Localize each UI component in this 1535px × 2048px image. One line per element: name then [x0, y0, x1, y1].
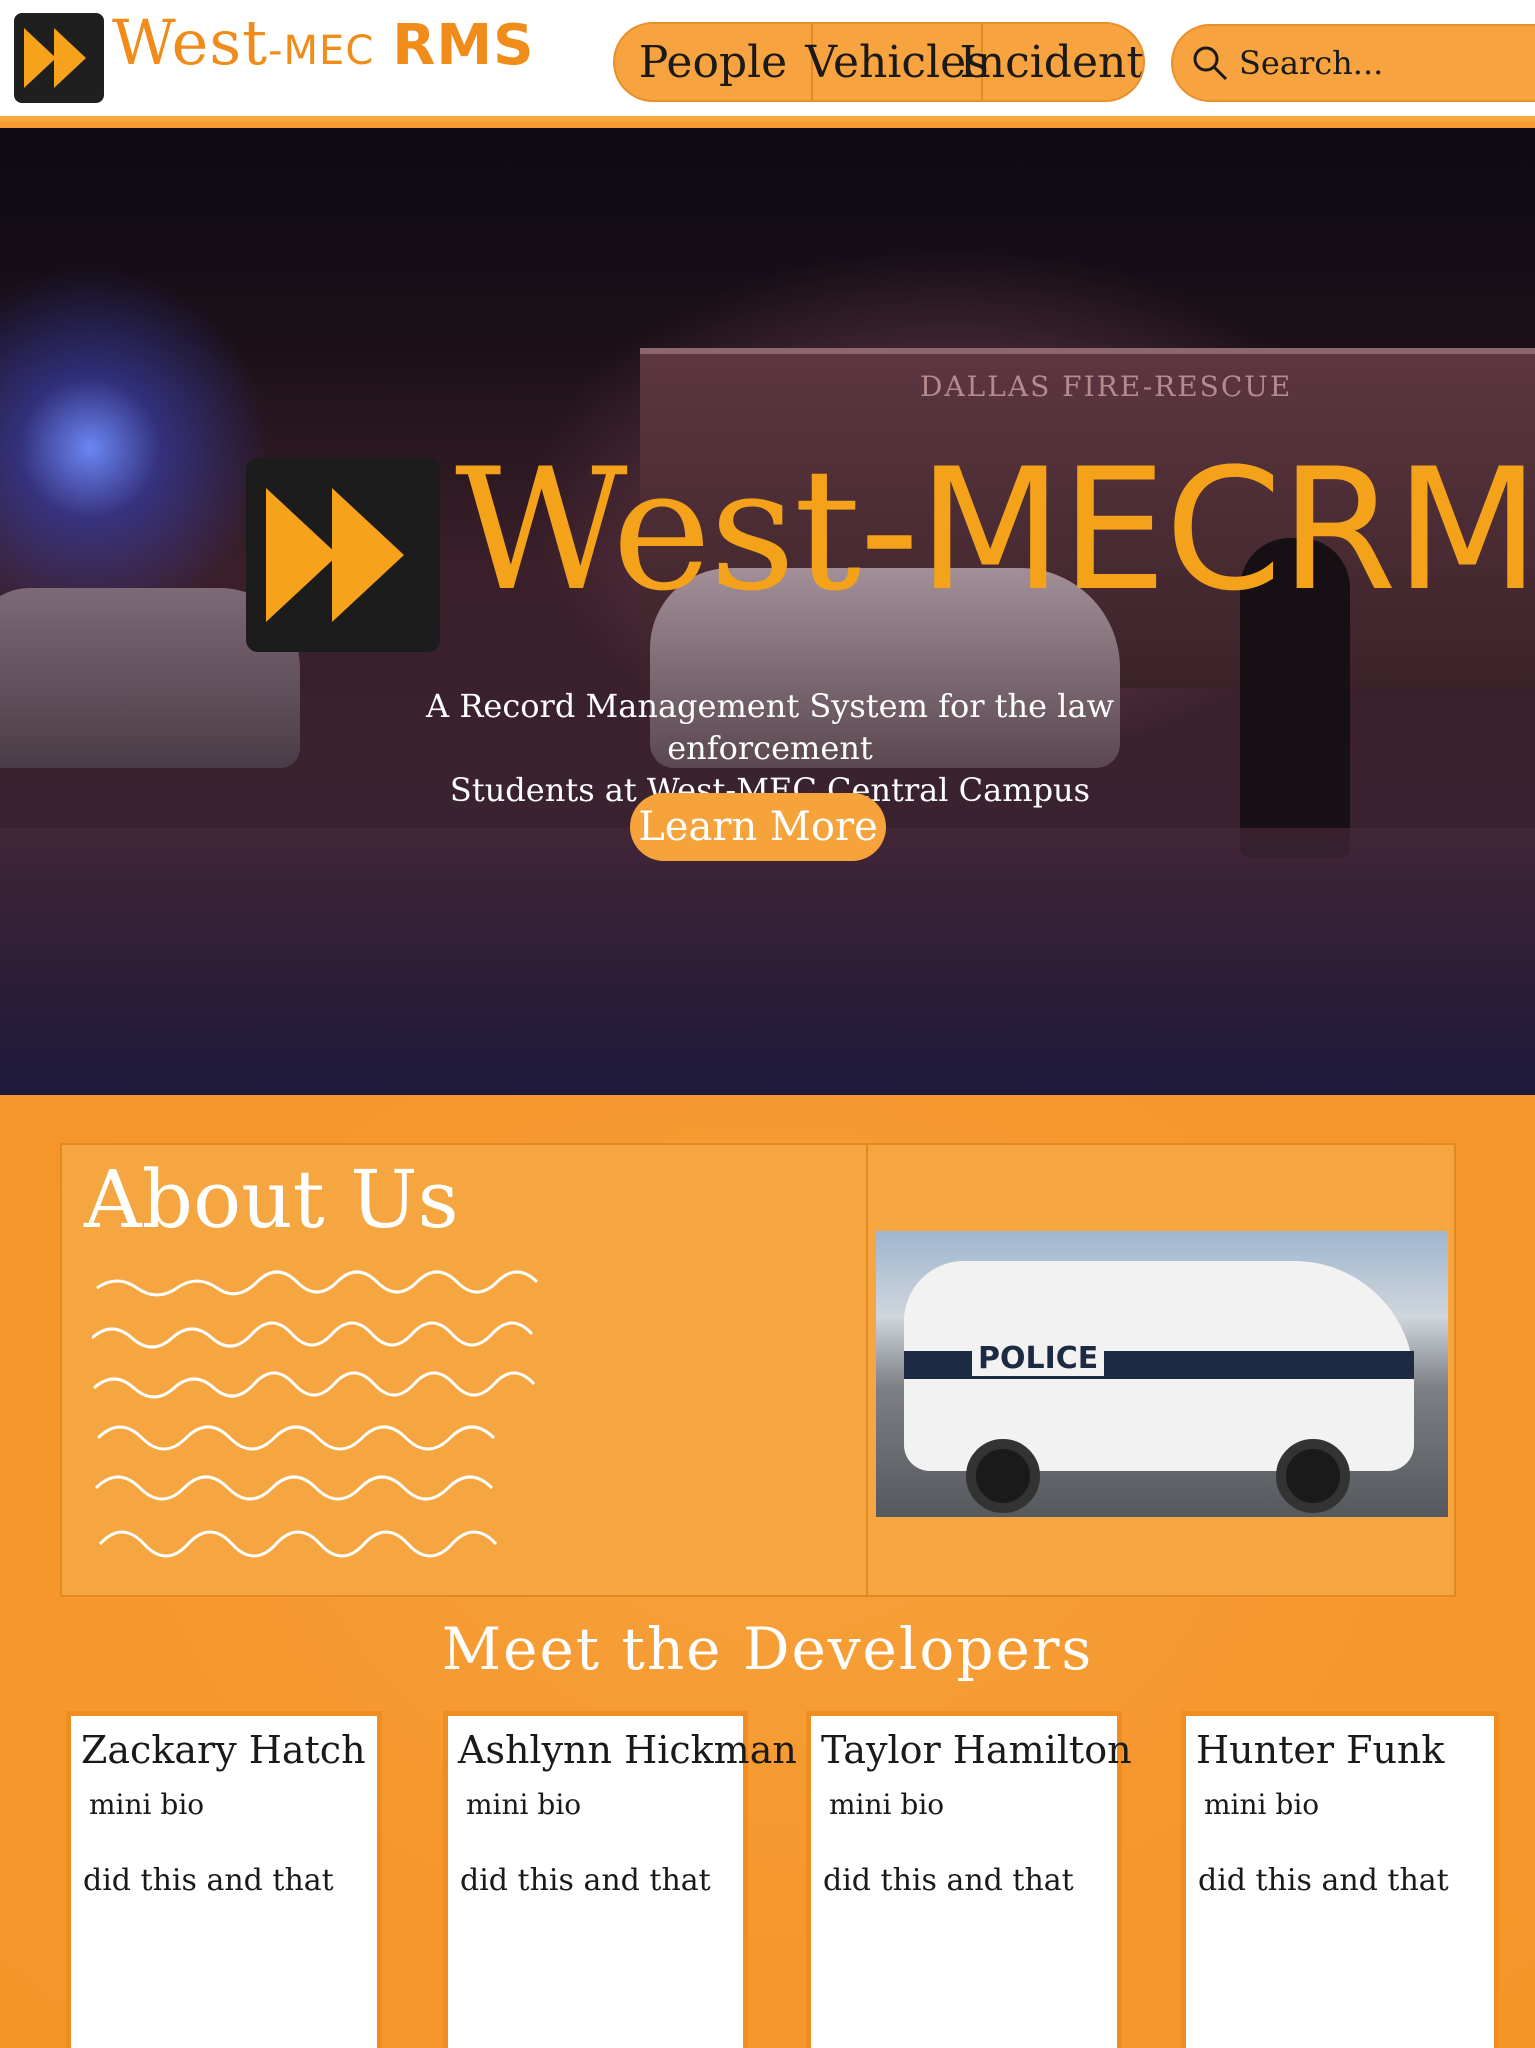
- search-input[interactable]: [1239, 44, 1519, 82]
- nav-item-people[interactable]: People: [615, 24, 813, 100]
- search-icon: [1193, 46, 1228, 81]
- developer-name: Hunter Funk: [1196, 1728, 1445, 1772]
- developer-card: Taylor Hamilton mini bio did this and th…: [806, 1711, 1132, 2048]
- brand-mec: -MEC: [268, 28, 375, 74]
- developer-bio: mini bio: [466, 1788, 582, 1821]
- hero-title-west: West: [455, 432, 861, 628]
- about-panel: About Us POLICE: [60, 1143, 1456, 1597]
- nav-item-incidents[interactable]: Incidents: [959, 24, 1143, 100]
- about-section: About Us POLICE Meet the Developers Zack…: [0, 1095, 1535, 2048]
- hero-subtitle-line: A Record Management System for the law e…: [426, 687, 1114, 767]
- logo-icon[interactable]: [14, 13, 104, 103]
- main-nav: People Vehicles Incidents: [613, 22, 1145, 102]
- hero-title-mec: -MEC: [859, 432, 1282, 628]
- hero-title-rms: RMS: [1280, 432, 1535, 628]
- placeholder-text-squiggles: [92, 1270, 539, 1558]
- brand-name[interactable]: West-MEC RMS: [112, 6, 534, 79]
- developer-card: Hunter Funk mini bio did this and that: [1181, 1711, 1499, 2048]
- learn-more-button[interactable]: Learn More: [630, 793, 886, 861]
- about-divider: [866, 1145, 868, 1595]
- suv-wheel: [966, 1439, 1040, 1513]
- hero-logo-icon: [246, 458, 440, 652]
- fire-truck-text: DALLAS FIRE-RESCUE: [920, 370, 1293, 403]
- developer-bio: mini bio: [1204, 1788, 1320, 1821]
- hero-banner: DALLAS FIRE-RESCUE West-MECRMS A Record …: [0, 128, 1535, 1095]
- developer-contribution: did this and that: [83, 1863, 334, 1898]
- developer-contribution: did this and that: [823, 1863, 1074, 1898]
- about-title: About Us: [84, 1153, 459, 1246]
- search-bar[interactable]: [1171, 24, 1535, 102]
- police-suv-photo: POLICE: [876, 1231, 1448, 1517]
- developer-bio: mini bio: [829, 1788, 945, 1821]
- developer-contribution: did this and that: [460, 1863, 711, 1898]
- developers-title: Meet the Developers: [441, 1615, 1094, 1683]
- brand-rms: RMS: [392, 13, 535, 78]
- brand-west: West: [112, 6, 269, 79]
- nav-item-vehicles[interactable]: Vehicles: [805, 24, 989, 100]
- developer-bio: mini bio: [89, 1788, 205, 1821]
- developer-name: Ashlynn Hickman: [458, 1728, 797, 1772]
- site-header: West-MEC RMS People Vehicles Incident s: [0, 0, 1535, 122]
- hero-ground: [0, 828, 1535, 1095]
- developer-card: Ashlynn Hickman mini bio did this and th…: [443, 1711, 797, 2048]
- developer-contribution: did this and that: [1198, 1863, 1449, 1898]
- developer-card: Zackary Hatch mini bio did this and that: [66, 1711, 382, 2048]
- suv-police-text: POLICE: [972, 1341, 1105, 1376]
- hero-title: West-MECRMS: [455, 446, 1535, 614]
- developer-name: Zackary Hatch: [81, 1728, 366, 1772]
- developer-name: Taylor Hamilton: [821, 1728, 1132, 1772]
- suv-wheel: [1276, 1439, 1350, 1513]
